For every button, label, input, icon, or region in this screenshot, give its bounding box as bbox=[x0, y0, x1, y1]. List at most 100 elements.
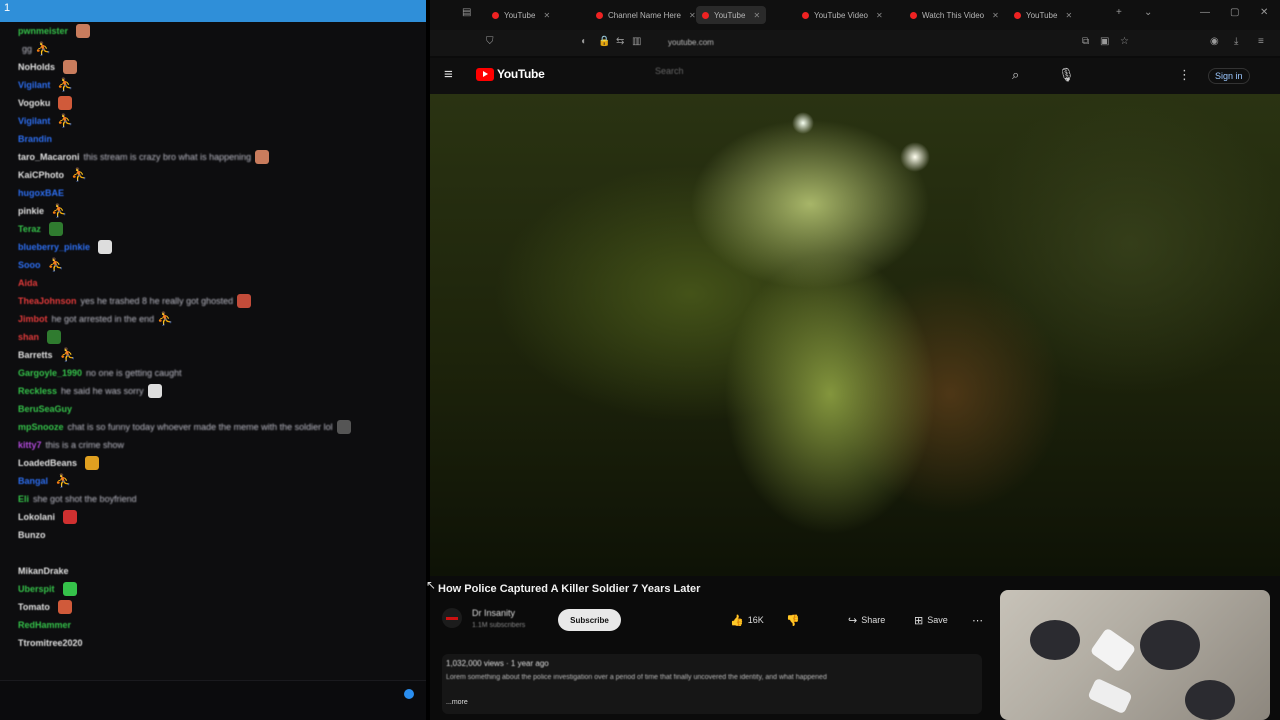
tab-watch[interactable]: Watch This Video ✕ bbox=[910, 6, 999, 24]
tab-youtube-active[interactable]: YouTube ✕ bbox=[696, 6, 767, 24]
chat-username[interactable]: LoadedBeans bbox=[18, 458, 77, 468]
video-description[interactable]: 1,032,000 views · 1 year ago Lorem somet… bbox=[442, 654, 982, 714]
chat-input-area[interactable] bbox=[0, 680, 426, 720]
tab-close-icon[interactable]: ✕ bbox=[753, 11, 760, 20]
dislike-button[interactable]: 👎 bbox=[786, 610, 804, 630]
bookmark-icon[interactable]: ☆ bbox=[1120, 36, 1129, 47]
tab-label: Channel Name Here bbox=[608, 10, 681, 20]
description-more-link[interactable]: ...more bbox=[446, 699, 468, 706]
shield-icon[interactable]: ◖ bbox=[580, 36, 586, 47]
chat-username[interactable]: blueberry_pinkie bbox=[18, 242, 90, 252]
chat-username[interactable]: Vigilant bbox=[18, 80, 50, 90]
chat-username[interactable]: Vigilant bbox=[18, 116, 50, 126]
microphone-icon[interactable]: 🎙 bbox=[1058, 67, 1075, 83]
youtube-favicon-icon bbox=[910, 11, 917, 19]
chat-username[interactable]: MikanDrake bbox=[18, 566, 69, 576]
chat-username[interactable]: Sooo bbox=[18, 260, 41, 270]
chat-username[interactable]: Ttromitree2020 bbox=[18, 638, 83, 648]
chat-username[interactable]: Reckless bbox=[18, 386, 57, 396]
tab-close-icon[interactable]: ✕ bbox=[1065, 11, 1072, 20]
car bbox=[1087, 677, 1133, 715]
address-bar: ⛉ ◖ 🔒 ⇆ ▥ youtube.com ⧉ ▣ ☆ ◉ ⤓ ≡ bbox=[430, 30, 1280, 56]
save-button[interactable]: ⊞ Save bbox=[914, 610, 948, 630]
chat-message-list[interactable]: pwnmeister gg ⛹ NoHolds Vigilant ⛹ Vogoku Vigil… bbox=[18, 22, 418, 652]
chat-username[interactable]: BeruSeaGuy bbox=[18, 404, 72, 414]
more-actions-button[interactable]: ⋯ bbox=[972, 610, 983, 630]
more-options-icon[interactable]: ⋮ bbox=[1178, 67, 1191, 83]
tab-channel[interactable]: Channel Name Here ✕ bbox=[596, 6, 696, 24]
tab-youtube-6[interactable]: YouTube ✕ bbox=[1014, 6, 1072, 24]
chat-username[interactable]: Aida bbox=[18, 278, 38, 288]
reader-icon[interactable]: ▥ bbox=[632, 36, 641, 47]
chat-username[interactable]: shan bbox=[18, 332, 39, 342]
lock-icon[interactable]: 🔒 bbox=[598, 36, 610, 47]
maximize-button[interactable]: ▢ bbox=[1230, 7, 1239, 18]
chat-username[interactable]: taro_Macaroni bbox=[18, 152, 80, 162]
permissions-icon[interactable]: ⇆ bbox=[616, 36, 624, 47]
youtube-favicon-icon bbox=[596, 11, 603, 19]
account-icon[interactable]: ◉ bbox=[1210, 36, 1219, 47]
chat-username[interactable]: kitty7 bbox=[18, 440, 42, 450]
emote-icon bbox=[58, 96, 73, 110]
light-flare bbox=[792, 112, 814, 134]
sign-in-button[interactable]: Sign in bbox=[1208, 68, 1250, 84]
video-player[interactable] bbox=[430, 94, 1280, 576]
close-window-button[interactable]: ✕ bbox=[1260, 7, 1268, 18]
chat-username[interactable]: Bunzo bbox=[18, 530, 46, 540]
channel-avatar[interactable] bbox=[442, 608, 462, 628]
channel-name[interactable]: Dr Insanity bbox=[472, 608, 515, 618]
browser-menu-icon[interactable]: ≡ bbox=[1258, 36, 1264, 47]
sidebar-toggle-icon[interactable]: ⛉ bbox=[486, 36, 494, 47]
new-tab-icon[interactable]: + bbox=[1116, 7, 1122, 18]
tab-list-icon[interactable]: ▤ bbox=[462, 7, 471, 18]
chat-username[interactable]: Vogoku bbox=[18, 98, 50, 108]
youtube-logo[interactable]: YouTube bbox=[476, 67, 545, 81]
chat-message: shan bbox=[18, 328, 418, 346]
tab-video[interactable]: YouTube Video ✕ bbox=[802, 6, 883, 24]
emote-icon bbox=[255, 150, 270, 164]
chat-username[interactable]: Gargoyle_1990 bbox=[18, 368, 82, 378]
chat-message-text: yes he trashed 8 he really got ghosted bbox=[80, 296, 234, 306]
like-button[interactable]: 👍 16K bbox=[730, 610, 764, 630]
tab-label: YouTube bbox=[504, 10, 536, 20]
tab-close-icon[interactable]: ✕ bbox=[992, 11, 999, 20]
chat-username[interactable]: hugoxBAE bbox=[18, 188, 64, 198]
tab-dropdown-icon[interactable]: ⌄ bbox=[1144, 7, 1152, 18]
tab-youtube-1[interactable]: YouTube ✕ bbox=[492, 6, 550, 24]
url-field[interactable]: youtube.com bbox=[668, 38, 714, 47]
chat-username[interactable]: Uberspit bbox=[18, 584, 55, 594]
chat-username[interactable]: KaiCPhoto bbox=[18, 170, 64, 180]
screenshot-icon[interactable]: ▣ bbox=[1100, 36, 1109, 47]
share-button[interactable]: ↪ Share bbox=[848, 610, 885, 630]
chat-username[interactable]: pinkie bbox=[18, 206, 44, 216]
tab-label: YouTube Video bbox=[814, 10, 868, 20]
chat-username[interactable]: NoHolds bbox=[18, 62, 55, 72]
chat-username[interactable]: TheaJohnson bbox=[18, 296, 77, 306]
chat-message-text: he said he was sorry bbox=[61, 386, 144, 396]
tab-close-icon[interactable]: ✕ bbox=[689, 11, 696, 20]
minimize-button[interactable]: — bbox=[1200, 7, 1210, 18]
search-input[interactable]: Search bbox=[655, 66, 684, 76]
chat-username[interactable]: pwnmeister bbox=[18, 26, 68, 36]
chat-username[interactable]: Barretts bbox=[18, 350, 53, 360]
chat-header-bar: 1 bbox=[0, 0, 426, 22]
chat-username[interactable]: Lokolani bbox=[18, 512, 55, 522]
chat-message: pinkie ⛹ bbox=[18, 202, 418, 220]
emote-icon bbox=[85, 456, 100, 470]
search-icon[interactable]: ⌕ bbox=[1012, 67, 1019, 83]
chat-username[interactable]: Teraz bbox=[18, 224, 41, 234]
tab-close-icon[interactable]: ✕ bbox=[543, 11, 550, 20]
chat-username[interactable]: Eli bbox=[18, 494, 29, 504]
downloads-icon[interactable]: ⤓ bbox=[1234, 36, 1238, 47]
extension-icon[interactable]: ⧉ bbox=[1082, 36, 1089, 47]
chat-username[interactable]: mpSnooze bbox=[18, 422, 64, 432]
chat-username[interactable]: Bangal bbox=[18, 476, 48, 486]
hamburger-menu-icon[interactable]: ≡ bbox=[444, 66, 453, 83]
subscribe-button[interactable]: Subscribe bbox=[558, 609, 621, 631]
chat-username[interactable]: Brandin bbox=[18, 134, 52, 144]
chat-username[interactable]: Jimbot bbox=[18, 314, 48, 324]
chat-username[interactable]: Tomato bbox=[18, 602, 50, 612]
chat-username[interactable]: RedHammer bbox=[18, 620, 71, 630]
tab-close-icon[interactable]: ✕ bbox=[876, 11, 883, 20]
chat-message: pwnmeister bbox=[18, 22, 418, 40]
